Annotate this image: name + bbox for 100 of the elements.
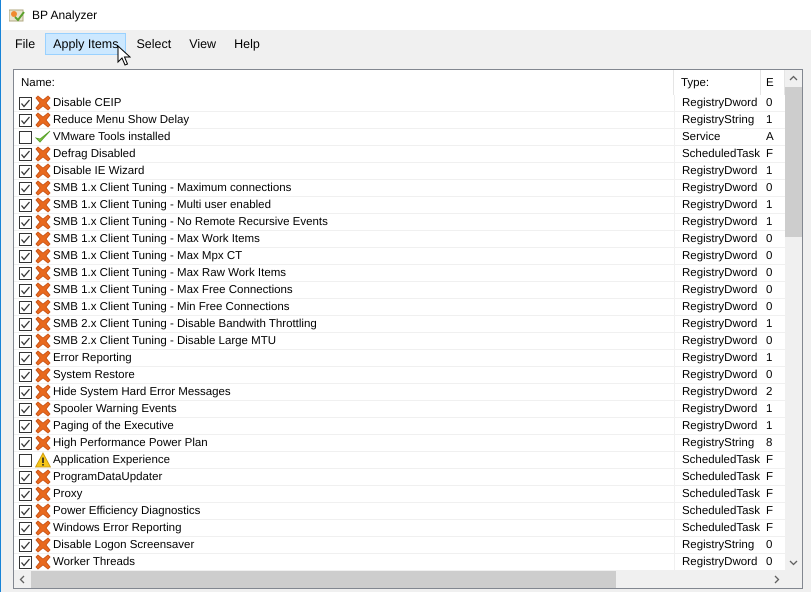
menu-item[interactable]: View — [181, 33, 224, 55]
item-name: SMB 1.x Client Tuning - Max Mpx CT — [53, 250, 242, 262]
table-cell: 2 — [766, 386, 772, 398]
table-cell: 0 — [766, 250, 772, 262]
cross-icon — [35, 350, 51, 366]
table-cell: RegistryString — [682, 437, 754, 449]
item-name: SMB 1.x Client Tuning - Max Work Items — [53, 233, 260, 245]
table-cell: RegistryDword — [682, 403, 758, 415]
checkbox[interactable] — [19, 148, 32, 160]
checkbox[interactable] — [19, 368, 32, 382]
item-name: SMB 1.x Client Tuning - Multi user enabled — [53, 199, 271, 211]
item-name: SMB 1.x Client Tuning - Maximum connections — [53, 182, 292, 194]
cross-icon — [35, 384, 51, 400]
table-cell: 1 — [766, 199, 772, 211]
checkbox[interactable] — [19, 420, 32, 432]
table-cell: RegistryDword — [682, 420, 758, 432]
checkbox[interactable] — [19, 300, 32, 314]
table-cell: 8 — [766, 437, 772, 449]
cross-icon — [35, 333, 51, 349]
checkbox[interactable] — [19, 386, 32, 398]
table-cell: RegistryDword — [682, 182, 758, 194]
checkbox[interactable] — [19, 436, 32, 450]
table-cell: 0 — [766, 335, 772, 347]
item-name: Application Experience — [53, 454, 170, 466]
checkbox[interactable] — [19, 402, 32, 416]
cross-icon — [35, 112, 51, 128]
item-name: SMB 1.x Client Tuning - Min Free Connections — [53, 301, 290, 313]
horizontal-scrollbar[interactable] — [14, 571, 785, 588]
item-name: SMB 1.x Client Tuning - Max Free Connections — [53, 284, 293, 296]
item-name: Power Efficiency Diagnostics — [53, 505, 200, 517]
scrollbar-thumb[interactable] — [785, 87, 802, 237]
cross-icon — [35, 418, 51, 434]
table-cell: RegistryDword — [682, 352, 758, 364]
cross-icon — [35, 401, 51, 417]
checkbox[interactable] — [19, 334, 32, 348]
checkbox[interactable] — [19, 284, 32, 296]
column-header[interactable]: Name: — [14, 70, 674, 95]
item-name: Disable CEIP — [53, 97, 122, 109]
table-cell: 0 — [766, 267, 772, 279]
menu-item[interactable]: Apply Items — [45, 33, 126, 55]
app-icon — [9, 8, 25, 22]
checkbox[interactable] — [19, 216, 32, 228]
checkbox[interactable] — [19, 266, 32, 280]
menu-item[interactable]: Help — [226, 33, 268, 55]
cross-icon — [35, 248, 51, 264]
item-name: High Performance Power Plan — [53, 437, 208, 449]
table-cell: 1 — [766, 352, 772, 364]
table-cell: 1 — [766, 420, 772, 432]
checkbox[interactable] — [19, 114, 32, 126]
vertical-scrollbar[interactable] — [785, 70, 802, 571]
table-cell: 0 — [766, 284, 772, 296]
scrollbar-thumb[interactable] — [31, 571, 616, 588]
table-cell: RegistryDword — [682, 250, 758, 262]
item-name: Disable IE Wizard — [53, 165, 144, 177]
table-cell: F — [766, 454, 774, 466]
table-cell: RegistryDword — [682, 556, 758, 568]
table-cell: RegistryDword — [682, 165, 758, 177]
checkbox[interactable] — [19, 454, 32, 466]
cross-icon — [35, 180, 51, 196]
table-cell: RegistryDword — [682, 216, 758, 228]
cross-icon — [35, 537, 51, 553]
table-cell: RegistryDword — [682, 369, 758, 381]
table-cell: ScheduledTask — [682, 488, 760, 500]
checkbox[interactable] — [19, 522, 32, 534]
checkbox[interactable] — [19, 198, 32, 212]
checkbox[interactable] — [19, 232, 32, 246]
menu-item[interactable]: Select — [128, 33, 180, 55]
mouse-pointer-icon — [117, 45, 131, 67]
checkbox[interactable] — [19, 352, 32, 364]
checkbox[interactable] — [19, 250, 32, 262]
checkbox[interactable] — [19, 130, 32, 144]
table-cell: 0 — [766, 97, 772, 109]
table-cell: 1 — [766, 165, 772, 177]
cross-icon — [35, 486, 51, 502]
item-name: VMware Tools installed — [53, 131, 170, 143]
table-cell: A — [766, 131, 774, 143]
checkbox[interactable] — [19, 504, 32, 518]
table-cell: F — [766, 522, 774, 534]
cross-icon — [35, 316, 51, 332]
table-cell: 1 — [766, 403, 772, 415]
item-name: Worker Threads — [53, 556, 136, 568]
checkbox[interactable] — [19, 96, 32, 110]
table-cell: RegistryString — [682, 539, 754, 551]
table-cell: ScheduledTask — [682, 148, 760, 160]
cross-icon — [35, 367, 51, 383]
item-name: Reduce Menu Show Delay — [53, 114, 190, 126]
menu-item[interactable]: File — [7, 33, 44, 55]
checkbox[interactable] — [19, 318, 32, 330]
item-name: SMB 2.x Client Tuning - Disable Large MTU — [53, 335, 276, 347]
table-cell: RegistryString — [682, 114, 754, 126]
item-name: Windows Error Reporting — [53, 522, 182, 534]
cross-icon — [35, 520, 51, 536]
column-header[interactable]: Type: — [674, 70, 761, 95]
table-cell: 0 — [766, 301, 772, 313]
checkbox[interactable] — [19, 164, 32, 178]
checkbox[interactable] — [19, 488, 32, 500]
checkbox[interactable] — [19, 538, 32, 552]
checkbox[interactable] — [19, 470, 32, 484]
checkbox[interactable] — [19, 182, 32, 194]
checkbox[interactable] — [19, 556, 32, 568]
